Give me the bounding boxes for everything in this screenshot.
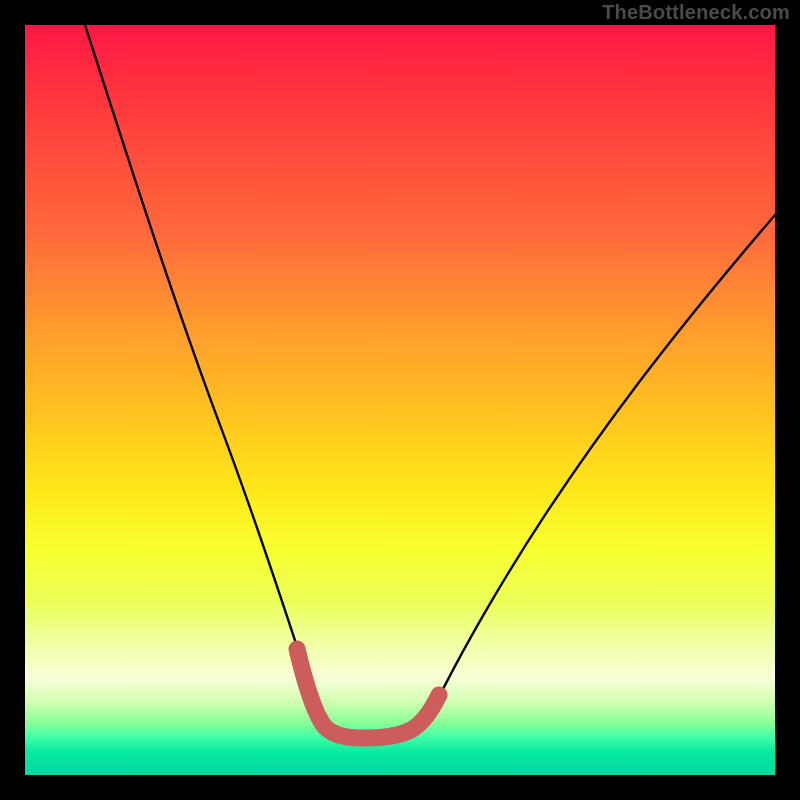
chart-plot-area (25, 25, 775, 775)
chart-frame: TheBottleneck.com (0, 0, 800, 800)
watermark-text: TheBottleneck.com (602, 2, 790, 25)
chart-svg (25, 25, 775, 775)
bottleneck-curve (85, 25, 775, 738)
valley-highlight (297, 649, 439, 738)
